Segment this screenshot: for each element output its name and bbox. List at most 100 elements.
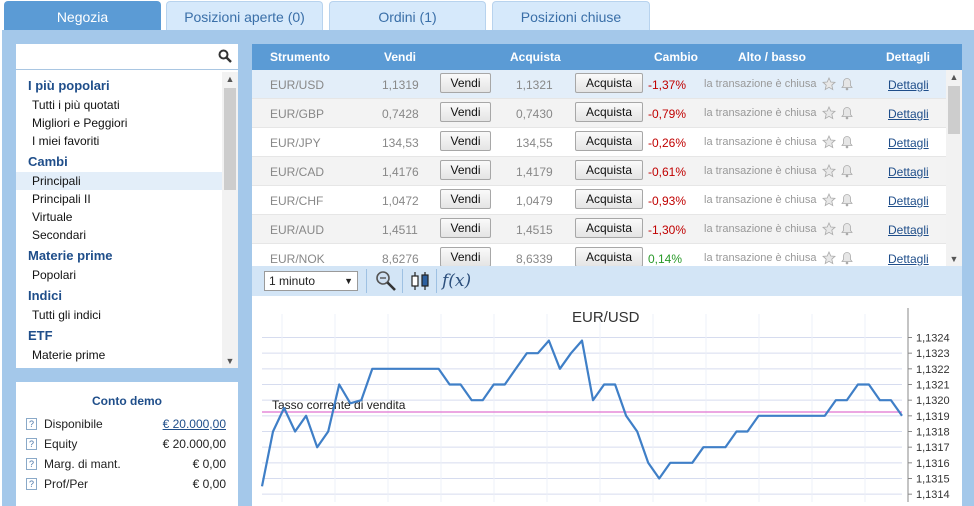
sell-button[interactable]: Vendi	[440, 218, 491, 238]
buy-button[interactable]: Acquista	[575, 218, 643, 238]
nav-item-all-indices[interactable]: Tutti gli indici	[16, 306, 222, 324]
details-link[interactable]: Dettagli	[888, 165, 929, 179]
help-icon[interactable]: ?	[26, 438, 37, 450]
bell-icon[interactable]	[840, 106, 854, 120]
zoom-icon[interactable]	[374, 269, 398, 293]
buy-price: 8,6339	[516, 252, 553, 266]
nav-item-favorites[interactable]: I miei favoriti	[16, 132, 222, 150]
scroll-up-icon[interactable]: ▲	[946, 70, 962, 84]
star-icon[interactable]	[822, 222, 836, 236]
tab-negozia[interactable]: Negozia	[4, 1, 161, 32]
y-tick-label: 1,1314	[916, 489, 950, 501]
navigator-scrollbar[interactable]: ▲ ▼	[222, 72, 238, 368]
function-icon[interactable]: f(x)	[442, 269, 471, 293]
search-input[interactable]	[16, 44, 206, 68]
sell-button[interactable]: Vendi	[440, 160, 491, 180]
help-icon[interactable]: ?	[26, 458, 37, 470]
chart-title: EUR/USD	[572, 309, 640, 326]
table-row[interactable]: EUR/CAD 1,4176 Vendi 1,4179 Acquista -0,61% la…	[252, 157, 946, 186]
bell-icon[interactable]	[840, 222, 854, 236]
buy-button[interactable]: Acquista	[575, 160, 643, 180]
change-value: -0,26%	[648, 136, 687, 150]
candlestick-icon[interactable]	[408, 269, 432, 293]
nav-item-etf-commodities[interactable]: Materie prime	[16, 346, 222, 364]
y-tick-label: 1,1318	[916, 427, 950, 439]
table-row[interactable]: EUR/JPY 134,53 Vendi 134,55 Acquista -0,26% la…	[252, 128, 946, 157]
header-change: Cambio	[654, 50, 699, 64]
details-link[interactable]: Dettagli	[888, 223, 929, 237]
nav-item-virtual[interactable]: Virtuale	[16, 208, 222, 226]
buy-button[interactable]: Acquista	[575, 189, 643, 209]
available-balance-link[interactable]: € 20.000,00	[163, 414, 226, 434]
account-value: € 0,00	[192, 477, 226, 491]
details-link[interactable]: Dettagli	[888, 136, 929, 150]
star-icon[interactable]	[822, 106, 836, 120]
market-closed-note: la transazione è chiusa	[704, 252, 817, 264]
change-value: -0,61%	[648, 165, 687, 179]
account-label: Equity	[44, 437, 78, 451]
sell-button[interactable]: Vendi	[440, 189, 491, 209]
interval-value: 1 minuto	[269, 274, 316, 288]
tab-bar: Negozia Posizioni aperte (0) Ordini (1) …	[0, 0, 974, 32]
account-value: € 0,00	[192, 457, 226, 471]
header-sell: Vendi	[384, 50, 417, 64]
sell-price: 1,0472	[382, 194, 419, 208]
nav-item-commodities-popular[interactable]: Popolari	[16, 266, 222, 284]
bell-icon[interactable]	[840, 251, 854, 265]
scrollbar-thumb[interactable]	[224, 88, 236, 190]
buy-button[interactable]: Acquista	[575, 247, 643, 266]
nav-item-best-worst[interactable]: Migliori e Peggiori	[16, 114, 222, 132]
sell-button[interactable]: Vendi	[440, 247, 491, 266]
buy-price: 1,4515	[516, 223, 553, 237]
details-link[interactable]: Dettagli	[888, 78, 929, 92]
table-row[interactable]: EUR/CHF 1,0472 Vendi 1,0479 Acquista -0,93% la…	[252, 186, 946, 215]
scroll-up-icon[interactable]: ▲	[222, 72, 238, 86]
help-icon[interactable]: ?	[26, 478, 37, 490]
instrument-symbol: EUR/JPY	[270, 136, 321, 150]
nav-item-majors-ii[interactable]: Principali II	[16, 190, 222, 208]
scroll-down-icon[interactable]: ▼	[222, 354, 238, 368]
buy-button[interactable]: Acquista	[575, 102, 643, 122]
details-link[interactable]: Dettagli	[888, 107, 929, 121]
bell-icon[interactable]	[840, 135, 854, 149]
sell-button[interactable]: Vendi	[440, 73, 491, 93]
buy-button[interactable]: Acquista	[575, 73, 643, 93]
table-row[interactable]: EUR/GBP 0,7428 Vendi 0,7430 Acquista -0,79% la…	[252, 99, 946, 128]
star-icon[interactable]	[822, 164, 836, 178]
interval-select[interactable]: 1 minuto ▼	[264, 271, 358, 291]
star-icon[interactable]	[822, 135, 836, 149]
star-icon[interactable]	[822, 77, 836, 91]
scrollbar-thumb[interactable]	[948, 86, 960, 134]
bell-icon[interactable]	[840, 193, 854, 207]
star-icon[interactable]	[822, 193, 836, 207]
nav-item-top-quoted[interactable]: Tutti i più quotati	[16, 96, 222, 114]
star-icon[interactable]	[822, 251, 836, 265]
sell-button[interactable]: Vendi	[440, 102, 491, 122]
buy-button[interactable]: Acquista	[575, 131, 643, 151]
bell-icon[interactable]	[840, 77, 854, 91]
table-row[interactable]: EUR/AUD 1,4511 Vendi 1,4515 Acquista -1,30% la…	[252, 215, 946, 244]
scroll-down-icon[interactable]: ▼	[946, 252, 962, 266]
search-icon[interactable]	[218, 49, 232, 63]
header-details: Dettagli	[886, 50, 931, 64]
details-link[interactable]: Dettagli	[888, 252, 929, 266]
table-scrollbar[interactable]: ▲ ▼	[946, 70, 962, 266]
table-row[interactable]: EUR/USD 1,1319 Vendi 1,1321 Acquista -1,37% la…	[252, 70, 946, 99]
toolbar-divider	[436, 269, 437, 293]
tab-posizioni-aperte[interactable]: Posizioni aperte (0)	[166, 1, 323, 32]
price-chart: 1,1324 1,1323 1,1322 1,1321 1,1320 1,1319 1,13…	[252, 296, 962, 506]
current-rate-label: Tasso corrente di vendita	[272, 398, 406, 412]
account-value: € 20.000,00	[162, 437, 226, 451]
table-row[interactable]: EUR/NOK 8,6276 Vendi 8,6339 Acquista 0,14% la …	[252, 244, 946, 266]
tab-posizioni-chiuse[interactable]: Posizioni chiuse	[492, 1, 650, 32]
nav-item-majors[interactable]: Principali	[16, 172, 222, 190]
nav-item-minors[interactable]: Secondari	[16, 226, 222, 244]
change-value: -0,93%	[648, 194, 687, 208]
details-link[interactable]: Dettagli	[888, 194, 929, 208]
sell-button[interactable]: Vendi	[440, 131, 491, 151]
price-series-line	[260, 339, 903, 487]
bell-icon[interactable]	[840, 164, 854, 178]
help-icon[interactable]: ?	[26, 418, 37, 430]
tab-ordini[interactable]: Ordini (1)	[329, 1, 486, 32]
table-header: Strumento Vendi Acquista Cambio Alto / b…	[252, 44, 962, 70]
